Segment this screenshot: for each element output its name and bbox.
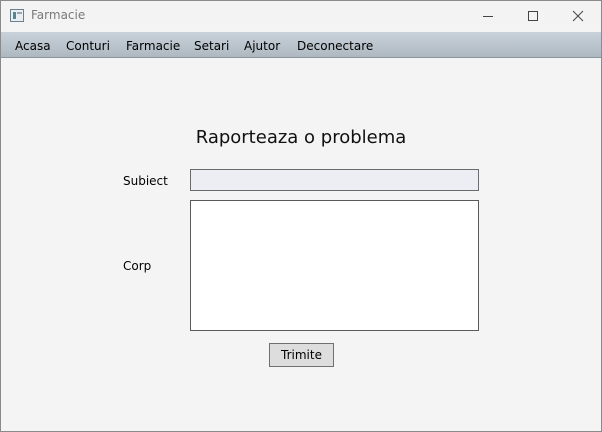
menu-bar: Acasa Conturi Farmacie Setari Ajutor Dec…: [1, 32, 601, 58]
menu-item-acasa[interactable]: Acasa: [15, 39, 51, 53]
window-title: Farmacie: [31, 8, 86, 22]
minimize-icon: [483, 16, 493, 17]
menu-item-setari[interactable]: Setari: [194, 39, 229, 53]
minimize-button[interactable]: [465, 1, 511, 31]
menu-item-ajutor[interactable]: Ajutor: [244, 39, 280, 53]
body-textarea[interactable]: [190, 200, 479, 331]
app-window-icon: [10, 9, 24, 22]
body-label: Corp: [123, 259, 152, 273]
maximize-icon: [528, 11, 538, 21]
app-window: Farmacie Acasa Conturi Farmacie Setari A…: [0, 0, 602, 432]
submit-button[interactable]: Trimite: [269, 343, 334, 367]
menu-item-conturi[interactable]: Conturi: [66, 39, 110, 53]
title-bar[interactable]: Farmacie: [1, 1, 601, 31]
maximize-button[interactable]: [510, 1, 556, 31]
close-icon: [572, 10, 584, 22]
page-title: Raporteaza o problema: [195, 127, 407, 148]
menu-item-farmacie[interactable]: Farmacie: [126, 39, 180, 53]
report-problem-form: Raporteaza o problema Subiect Corp Trimi…: [1, 58, 601, 431]
menu-item-deconectare[interactable]: Deconectare: [297, 39, 373, 53]
subject-input[interactable]: [190, 169, 479, 191]
subject-label: Subiect: [123, 174, 168, 188]
close-button[interactable]: [555, 1, 601, 31]
